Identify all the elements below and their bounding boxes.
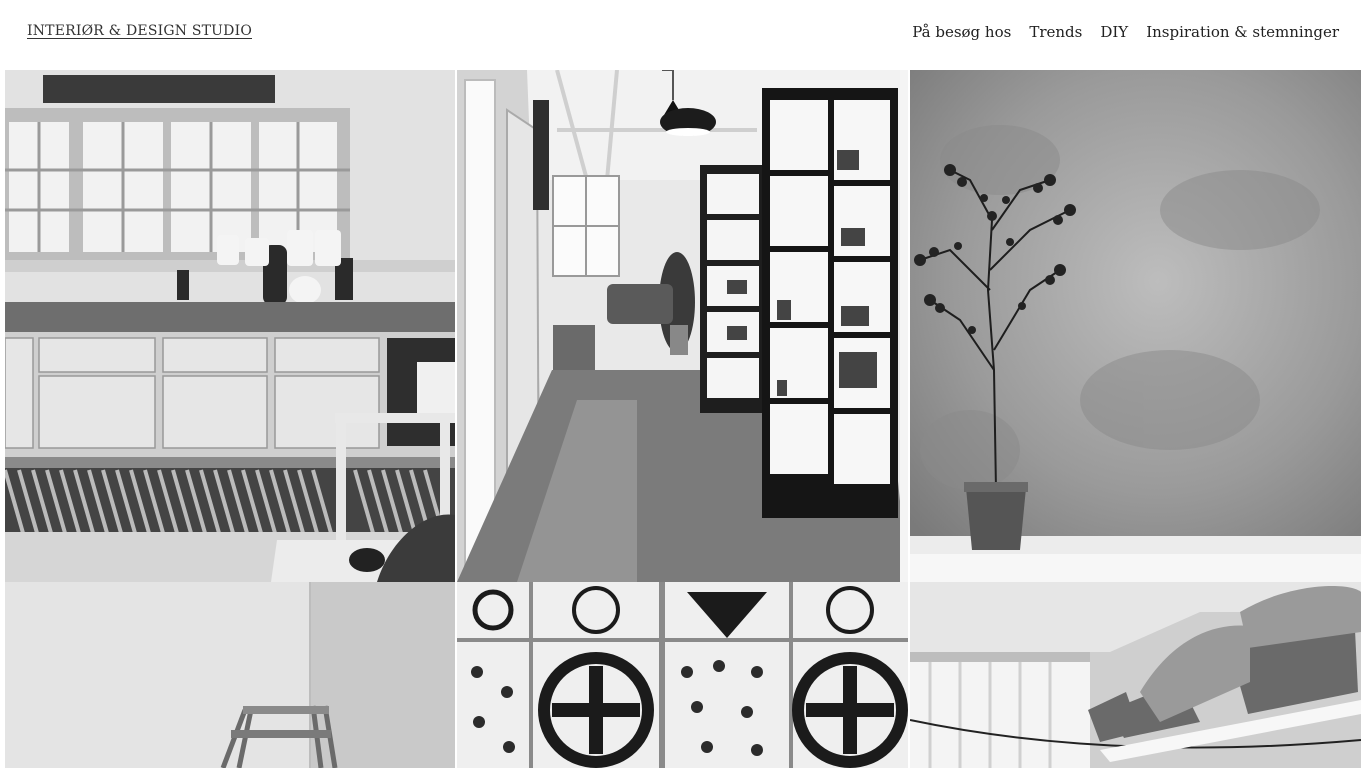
olive-tree-plaster-wall-photo (910, 70, 1361, 582)
gallery-tile-hallway[interactable] (457, 70, 908, 582)
gallery-tile-laundry[interactable] (910, 582, 1361, 768)
nav-item-trends[interactable]: Trends (1029, 23, 1082, 41)
gallery-tile-ladder[interactable] (5, 582, 455, 768)
main-nav: På besøg hos Trends DIY Inspiration & st… (912, 23, 1339, 41)
hallway-display-cabinets-photo (457, 70, 908, 582)
site-logo[interactable]: INTERIØR & DESIGN STUDIO (27, 23, 252, 39)
patterned-tiles-photo (457, 582, 908, 768)
painting-ladder-photo (5, 582, 455, 768)
gallery-tile-patterned-tiles[interactable] (457, 582, 908, 768)
site-header: INTERIØR & DESIGN STUDIO På besøg hos Tr… (0, 0, 1366, 70)
photo-grid (5, 70, 1361, 768)
laundry-baskets-photo (910, 582, 1361, 768)
nav-item-paa-besoeg-hos[interactable]: På besøg hos (912, 23, 1011, 41)
gallery-tile-kitchen[interactable] (5, 70, 455, 582)
nav-item-diy[interactable]: DIY (1100, 23, 1128, 41)
gallery-tile-olive-tree[interactable] (910, 70, 1361, 582)
kitchen-photo (5, 70, 455, 582)
nav-item-inspiration[interactable]: Inspiration & stemninger (1146, 23, 1339, 41)
